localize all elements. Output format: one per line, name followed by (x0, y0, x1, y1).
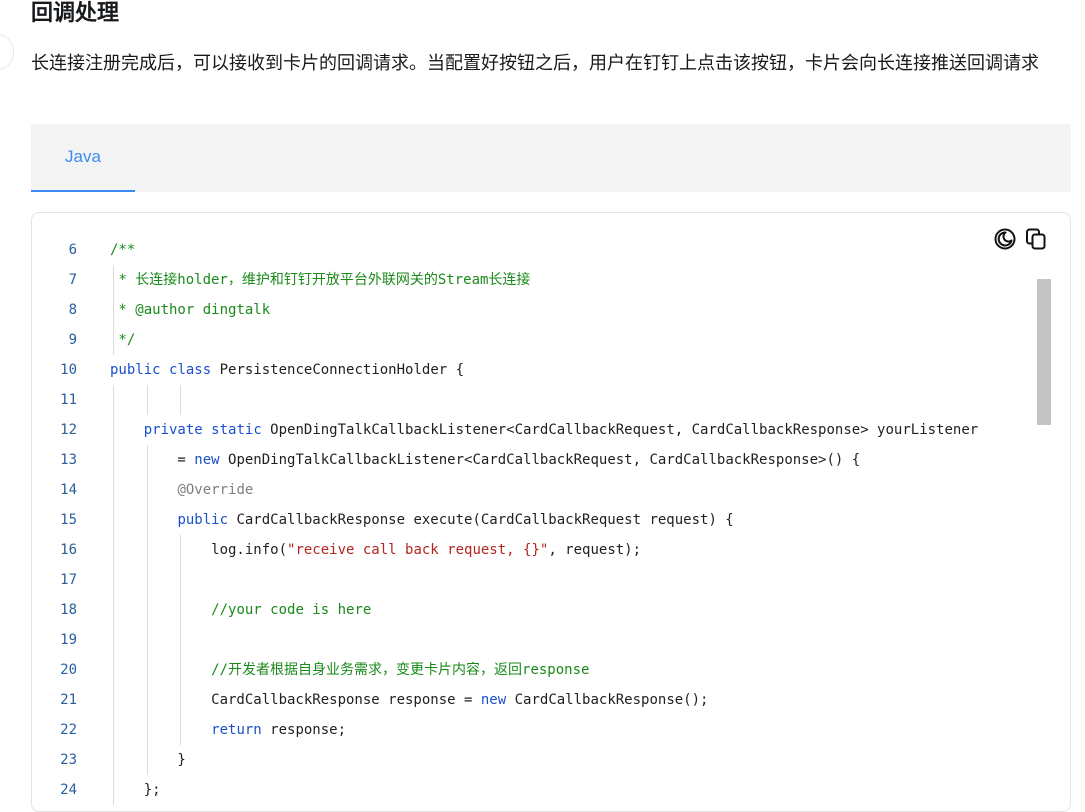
code-token: //your code is here (211, 602, 372, 618)
line-number: 17 (60, 572, 77, 588)
code-text: private static OpenDingTalkCallbackListe… (110, 415, 978, 445)
code-text: //your code is here (110, 595, 371, 625)
code-token: CardCallbackResponse execute(CardCallbac… (228, 512, 734, 528)
code-token: CardCallbackResponse(); (506, 692, 709, 708)
indent-guide (113, 625, 114, 655)
code-text: return response; (110, 715, 346, 745)
code-text: */ (110, 325, 135, 355)
code-token: log.info( (110, 542, 288, 558)
code-text: * 长连接holder，维护和钉钉开放平台外联网关的Stream长连接 (110, 265, 530, 295)
line-number: 13 (60, 452, 77, 468)
code-text: public class PersistenceConnectionHolder… (110, 355, 464, 385)
line-number: 10 (60, 362, 77, 378)
code-token: OpenDingTalkCallbackListener<CardCallbac… (261, 422, 979, 438)
code-scrollbar[interactable] (1036, 279, 1052, 799)
indent-guide (113, 565, 114, 595)
code-text: /** (110, 235, 135, 265)
line-number: 22 (60, 722, 77, 738)
code-token: = (110, 452, 195, 468)
code-text: public CardCallbackResponse execute(Card… (110, 505, 734, 535)
code-text: * @author dingtalk (110, 295, 270, 325)
line-number: 8 (68, 302, 77, 318)
code-token: /** (110, 242, 136, 258)
code-token: } (110, 752, 186, 768)
line-number: 15 (60, 512, 77, 528)
code-token: * 长连接holder，维护和钉钉开放平台外联网关的Stream长连接 (110, 272, 531, 288)
code-scrollbar-thumb[interactable] (1037, 279, 1051, 425)
code-token: OpenDingTalkCallbackListener<CardCallbac… (219, 452, 861, 468)
code-text: = new OpenDingTalkCallbackListener<CardC… (110, 445, 860, 475)
code-token: @Override (177, 482, 254, 498)
section-description: 长连接注册完成后，可以接收到卡片的回调请求。当配置好按钮之后，用户在钉钉上点击该… (31, 53, 1039, 74)
indent-guide (180, 625, 182, 655)
indent-guide (146, 625, 148, 655)
line-number: 19 (60, 632, 77, 648)
code-text: @Override (110, 475, 253, 505)
tab-java[interactable]: Java (31, 124, 135, 192)
code-token: new (194, 452, 220, 468)
line-number: 21 (60, 692, 77, 708)
line-number: 23 (60, 752, 77, 768)
indent-guide (146, 385, 148, 415)
sidebar-toggle-handle[interactable] (0, 34, 14, 70)
code-token: * @author dingtalk (110, 302, 271, 318)
code-text: CardCallbackResponse response = new Card… (110, 685, 708, 715)
theme-toggle-icon[interactable] (993, 227, 1017, 251)
code-token: CardCallbackResponse response = (110, 692, 481, 708)
copy-icon[interactable] (1024, 227, 1048, 251)
code-token: */ (110, 332, 136, 348)
code-token: public (177, 512, 229, 528)
code-token: class (169, 362, 212, 378)
code-token: PersistenceConnectionHolder { (211, 362, 465, 378)
code-token: "receive call back request, {}" (287, 542, 549, 558)
line-number: 9 (68, 332, 77, 348)
code-token: }; (110, 782, 161, 798)
code-token: response; (261, 722, 347, 738)
code-token: static (211, 422, 262, 438)
code-token: private (143, 422, 203, 438)
line-number: 6 (68, 242, 77, 258)
code-toolbar (993, 227, 1048, 251)
language-tab-bar: Java (31, 124, 1071, 192)
code-text: //开发者根据自身业务需求，变更卡片内容，返回response (110, 655, 589, 685)
line-number: 16 (60, 542, 77, 558)
code-token: return (211, 722, 262, 738)
indent-guide (180, 565, 182, 595)
indent-guide (113, 385, 114, 415)
line-number: 14 (60, 482, 77, 498)
code-token: //开发者根据自身业务需求，变更卡片内容，返回response (211, 662, 590, 678)
code-block: 6 /** 7 * 长连接holder，维护和钉钉开放平台外联网关的Stream长连… (31, 212, 1071, 812)
line-number: 7 (68, 272, 77, 288)
code-text: } (110, 745, 186, 775)
line-number: 24 (60, 782, 77, 798)
section-heading: 回调处理 (31, 1, 120, 26)
line-number: 18 (60, 602, 77, 618)
line-number: 12 (60, 422, 77, 438)
code-token: new (480, 692, 507, 708)
code-token: , request); (548, 542, 642, 558)
indent-guide (180, 385, 182, 415)
code-token: public (110, 362, 161, 378)
code-text: }; (110, 775, 161, 805)
code-text: log.info("receive call back request, {}"… (110, 535, 641, 565)
line-number: 11 (60, 392, 77, 408)
indent-guide (146, 565, 148, 595)
line-number: 20 (60, 662, 77, 678)
